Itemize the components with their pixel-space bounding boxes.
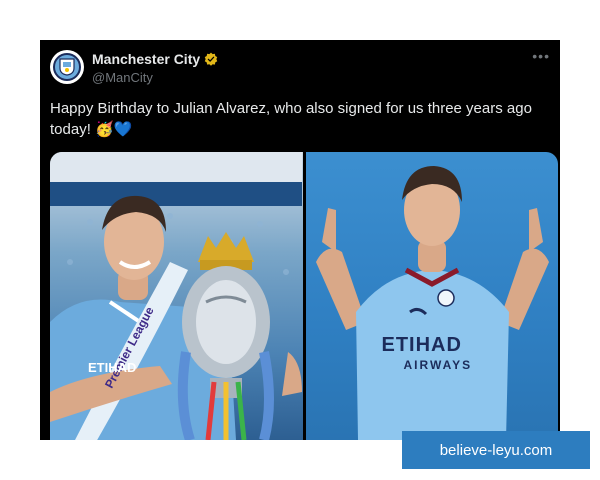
more-options-icon[interactable]: ••• (532, 48, 550, 64)
player-pointing-photo[interactable]: ETIHAD AIRWAYS (305, 152, 558, 440)
man-city-crest-icon (53, 53, 81, 81)
display-name[interactable]: Manchester City (92, 51, 200, 67)
handle[interactable]: @ManCity (92, 70, 153, 85)
watermark-label: believe-leyu.com (402, 431, 590, 469)
avatar[interactable] (50, 50, 84, 84)
tweet-emojis: 🥳💙 (95, 120, 133, 138)
media-grid: Premier League ETIHAD ETIHAD AIRWAYS (50, 152, 558, 440)
name-row: Manchester City (92, 51, 218, 67)
tweet-text: Happy Birthday to Julian Alvarez, who al… (50, 98, 550, 140)
verified-badge-icon (204, 52, 218, 66)
kit-sponsor-line1: ETIHAD (381, 334, 462, 356)
tweet-card: Manchester City @ManCity ••• Happy Birth… (40, 40, 560, 440)
kit-sponsor-text: ETIHAD (88, 360, 137, 375)
player-trophy-photo[interactable]: Premier League ETIHAD (50, 152, 303, 440)
kit-sponsor-line2: AIRWAYS (403, 358, 473, 372)
